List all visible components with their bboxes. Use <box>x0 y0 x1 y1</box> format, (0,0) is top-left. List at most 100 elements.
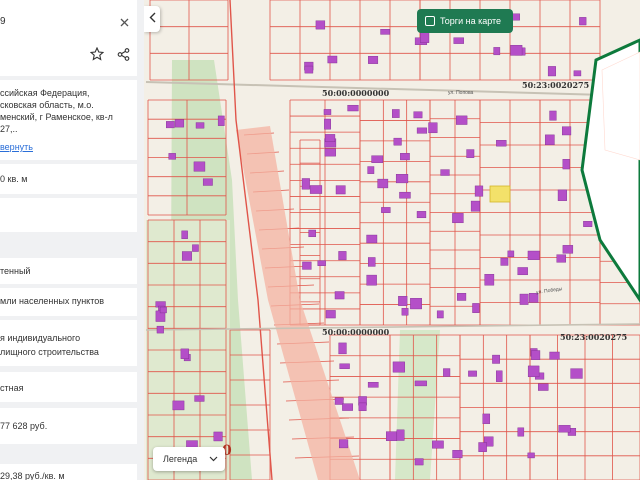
address-card: ссийская Федерация, сковская область, м.… <box>0 80 137 160</box>
torgi-on-map-toggle[interactable]: Торги на карте <box>417 9 513 33</box>
building <box>335 185 346 195</box>
building <box>562 159 570 170</box>
value-per-sqm-row: 29,38 руб./кв. м <box>0 464 137 480</box>
building <box>436 310 444 319</box>
building <box>492 354 500 364</box>
building <box>315 20 326 30</box>
building <box>172 400 185 411</box>
building <box>366 274 377 286</box>
building <box>392 109 400 118</box>
parcel-info-panel: 9 ссийская Федерация, сковская область, … <box>0 0 144 480</box>
building <box>466 149 475 158</box>
building <box>174 119 185 128</box>
building <box>547 66 556 77</box>
building <box>400 153 410 161</box>
permitted-use-line: я индивидуального <box>0 333 81 343</box>
building <box>381 207 391 213</box>
building <box>583 221 593 227</box>
building <box>573 70 582 77</box>
area-row: 0 кв. м <box>0 164 137 194</box>
collapse-address-link[interactable]: вернуть <box>0 142 33 153</box>
building <box>482 413 491 424</box>
building <box>443 368 451 377</box>
address-line: 27,.. <box>0 124 18 134</box>
building <box>527 250 540 260</box>
building <box>531 350 541 360</box>
building <box>309 185 323 194</box>
building <box>428 122 438 134</box>
building <box>468 370 477 377</box>
collapse-panel-button[interactable] <box>144 6 160 32</box>
permitted-use-row: я индивидуального лищного строительства <box>0 320 137 366</box>
building <box>192 244 199 252</box>
building <box>549 110 557 121</box>
building <box>398 296 408 306</box>
share-icon[interactable] <box>115 46 131 62</box>
address-line: ссийская Федерация, <box>0 88 90 98</box>
map-edge-digit: 9 <box>632 100 637 109</box>
building <box>334 397 344 405</box>
building <box>168 153 176 160</box>
building <box>414 458 424 466</box>
permitted-use-line: лищного строительства <box>0 347 99 357</box>
building <box>420 32 430 43</box>
building <box>380 29 391 35</box>
building <box>327 55 338 64</box>
building <box>416 211 427 219</box>
building <box>517 427 525 437</box>
building <box>334 291 345 300</box>
building <box>393 137 402 146</box>
building <box>556 254 566 263</box>
building <box>410 298 422 310</box>
building <box>395 174 409 184</box>
building <box>301 178 310 190</box>
value-per-sqm: 29,38 руб./кв. м <box>0 471 65 480</box>
building <box>474 185 484 197</box>
building <box>392 361 405 373</box>
star-icon[interactable] <box>89 46 105 62</box>
building <box>367 257 376 267</box>
building <box>453 37 464 44</box>
building <box>399 191 411 199</box>
building <box>377 178 389 189</box>
building <box>510 45 523 56</box>
building <box>519 293 529 305</box>
torgi-label: Торги на карте <box>440 16 502 26</box>
building <box>386 431 398 441</box>
cadastral-label: 50:00:0000000 <box>322 327 390 337</box>
cadastral-label: 50:23:0020275 <box>522 80 590 90</box>
building <box>181 230 188 239</box>
panel-header: 9 <box>0 0 137 76</box>
selected-parcel[interactable] <box>489 185 511 203</box>
building <box>478 442 487 452</box>
building <box>570 368 583 379</box>
building <box>527 365 540 378</box>
building <box>440 169 450 176</box>
checkbox-icon[interactable] <box>425 16 435 26</box>
building <box>470 200 481 212</box>
building <box>432 440 444 449</box>
status-value: тенный <box>0 266 31 276</box>
building <box>396 429 405 441</box>
building <box>323 109 332 115</box>
building <box>457 293 467 301</box>
building <box>366 234 378 244</box>
building <box>166 121 175 129</box>
building <box>562 245 574 254</box>
cadastral-label: 50:23:0020275 <box>560 332 628 342</box>
cadastral-value: 77 628 руб. <box>0 421 48 431</box>
building <box>579 17 587 26</box>
building <box>558 425 571 433</box>
parcel-number-fragment: 9 <box>0 16 6 27</box>
close-icon[interactable] <box>117 15 131 29</box>
building <box>325 134 336 142</box>
cadastral-label: 50:00:0000000 <box>322 88 390 98</box>
ownership-value: стная <box>0 383 24 393</box>
building <box>511 13 520 21</box>
chevron-down-icon <box>209 454 218 464</box>
building <box>324 118 331 130</box>
legend-button[interactable]: Легенда <box>153 447 225 471</box>
building <box>367 382 379 388</box>
building <box>500 257 509 266</box>
building <box>561 126 572 136</box>
